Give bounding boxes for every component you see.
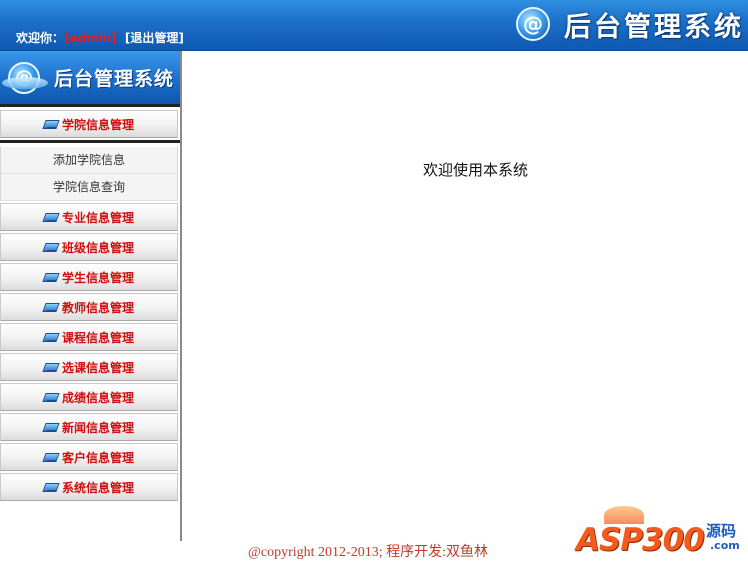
menu-group-college[interactable]: 学院信息管理 [0,110,178,138]
menu-group-course-selection[interactable]: 选课信息管理 [0,353,178,381]
logo-wing-icon [2,77,48,89]
menu-group-system[interactable]: 系统信息管理 [0,473,178,501]
username-label: [admin] [64,31,117,45]
submenu-college: 添加学院信息 学院信息查询 [0,147,178,201]
welcome-message: 欢迎使用本系统 [423,161,529,179]
menu-group-label: 学生信息管理 [61,270,134,285]
menu-group-major[interactable]: 专业信息管理 [0,203,178,231]
watermark-logo: ASP300 源码 .com [576,504,746,558]
folder-menu-icon [44,362,58,373]
sidebar-divider [0,104,180,107]
top-header: 欢迎你：[admin] [退出管理] @ 后台管理系统 [0,0,748,51]
folder-menu-icon [44,332,58,343]
folder-menu-icon [44,242,58,253]
menu-group-class[interactable]: 班级信息管理 [0,233,178,261]
main-content: 欢迎使用本系统 [183,51,748,541]
folder-menu-icon [44,392,58,403]
brand: @ 后台管理系统 [516,2,744,46]
menu-group-label: 教师信息管理 [61,300,134,315]
menu-group-label: 课程信息管理 [61,330,134,345]
menu-group-label: 选课信息管理 [61,360,134,375]
welcome-prefix: 欢迎你： [16,31,65,45]
welcome-bar: 欢迎你：[admin] [退出管理] [16,29,184,46]
at-logo-icon: @ [516,7,550,41]
folder-menu-icon [44,119,58,130]
menu-group-label: 新闻信息管理 [61,420,134,435]
logout-link[interactable]: [退出管理] [125,31,184,45]
watermark-suffix: 源码 [706,522,737,540]
submenu-item-query-college[interactable]: 学院信息查询 [1,174,177,201]
menu-group-label: 专业信息管理 [61,210,134,225]
menu-group-customer[interactable]: 客户信息管理 [0,443,178,471]
menu-group-course[interactable]: 课程信息管理 [0,323,178,351]
watermark-domain: .com [710,539,740,552]
folder-menu-icon [44,272,58,283]
menu-group-label: 学院信息管理 [61,117,134,132]
folder-menu-icon [44,482,58,493]
sidebar-logo-title: 后台管理系统 [54,68,175,90]
submenu-item-add-college[interactable]: 添加学院信息 [1,147,177,174]
menu-group-label: 班级信息管理 [61,240,134,255]
menu-group-label: 客户信息管理 [61,450,134,465]
menu-group-news[interactable]: 新闻信息管理 [0,413,178,441]
sidebar: @ 后台管理系统 学院信息管理 添加学院信息 学院信息查询 专业信息管理 班级信… [0,51,182,541]
menu-group-student[interactable]: 学生信息管理 [0,263,178,291]
brand-title: 后台管理系统 [564,11,744,43]
menu-group-score[interactable]: 成绩信息管理 [0,383,178,411]
menu-group-divider [0,140,180,143]
menu-group-label: 系统信息管理 [61,480,134,495]
sidebar-logo: @ 后台管理系统 [0,51,180,104]
folder-menu-icon [44,452,58,463]
folder-menu-icon [44,302,58,313]
folder-menu-icon [44,422,58,433]
menu-group-teacher[interactable]: 教师信息管理 [0,293,178,321]
folder-menu-icon [44,212,58,223]
copyright-text: @copyright 2012-2013; 程序开发:双鱼林 [248,545,488,560]
watermark-brand: ASP300 [576,522,705,558]
menu-group-label: 成绩信息管理 [61,390,134,405]
